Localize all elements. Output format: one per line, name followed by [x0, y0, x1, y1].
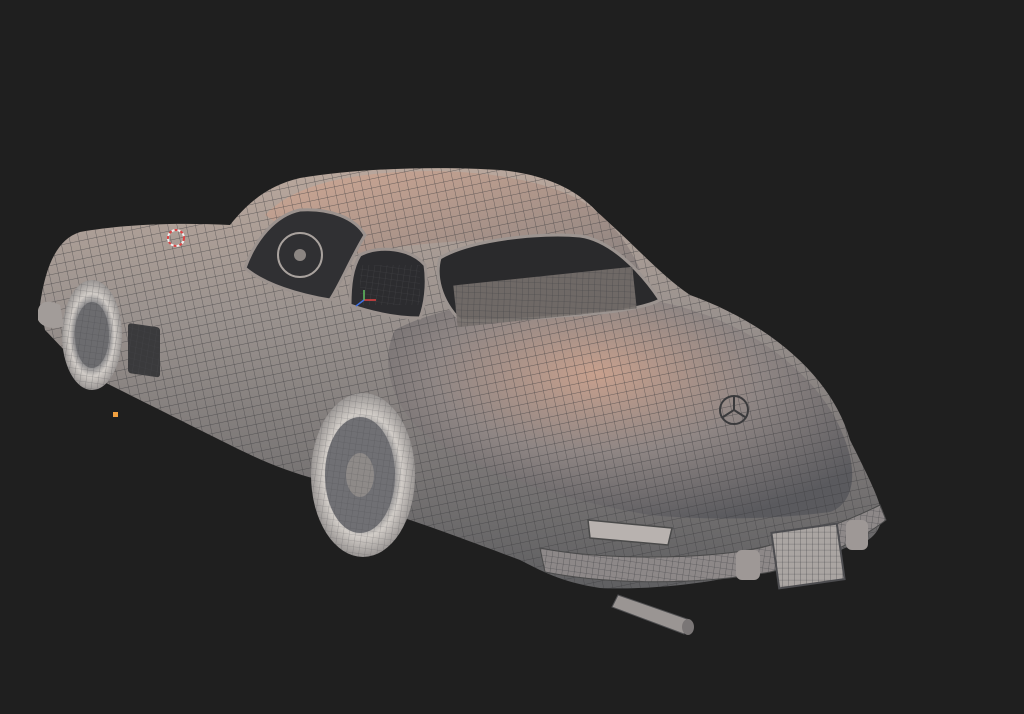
car-body — [40, 168, 882, 589]
exhaust-pipe — [611, 594, 694, 635]
front-bumper — [38, 301, 64, 328]
license-plate — [770, 522, 846, 590]
front-wheel — [62, 280, 122, 390]
3d-viewport[interactable] — [0, 0, 1024, 714]
side-vent — [128, 323, 160, 378]
car-model[interactable] — [0, 0, 1024, 714]
light-object-marker[interactable] — [113, 412, 118, 417]
rear-wheel — [311, 393, 415, 557]
